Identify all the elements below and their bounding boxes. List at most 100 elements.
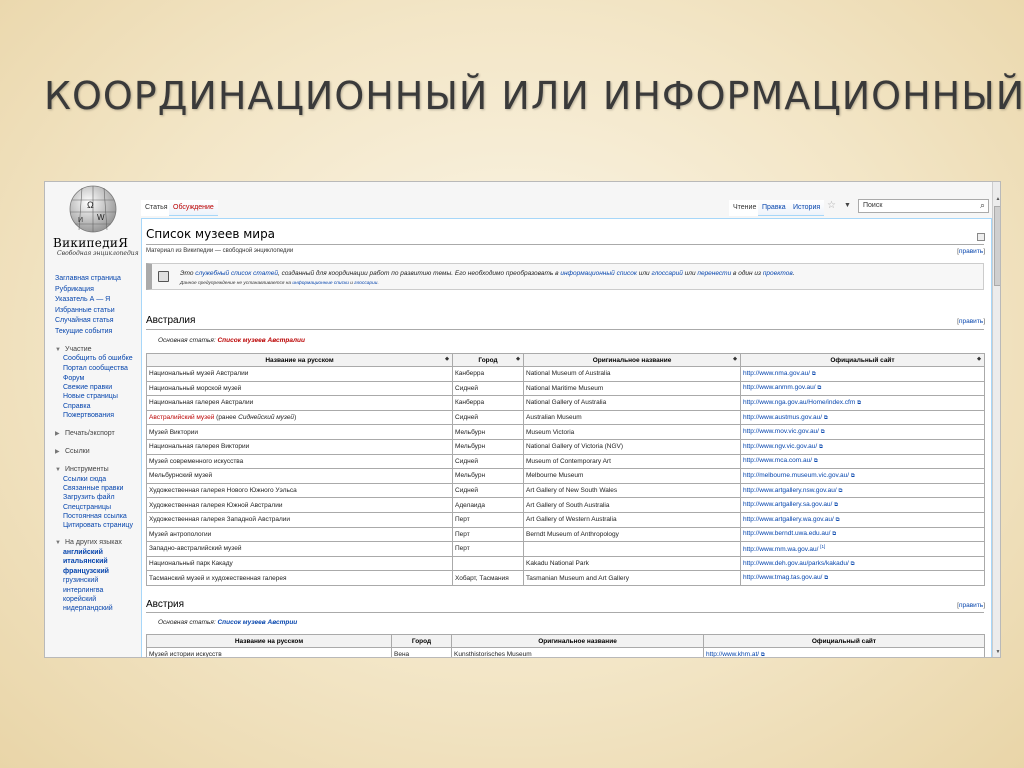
site-link[interactable]: http://www.mca.com.au/ <box>743 457 812 464</box>
sidebar-section-links[interactable]: ▶ Ссылки <box>55 447 141 457</box>
tab-read[interactable]: Чтение <box>729 200 761 216</box>
museum-name-link[interactable]: Художественная галерея Западной Австрали… <box>146 511 453 528</box>
wikipedia-globe-icon[interactable]: Ω W И <box>63 182 123 234</box>
sort-icon[interactable]: ◆ <box>733 356 737 362</box>
sidebar-section-tools[interactable]: ▼ Инструменты <box>55 465 141 475</box>
column-header-site[interactable]: Официальный сайт <box>703 634 985 648</box>
museum-name-link[interactable]: Художественная галерея Нового Южного Уэл… <box>146 482 453 499</box>
city-link[interactable]: Хобарт, Тасмания <box>452 570 524 586</box>
sidebar-item-featured[interactable]: Избранные статьи <box>55 306 141 317</box>
museum-name-link[interactable]: Национальная галерея Виктории <box>146 438 453 455</box>
museum-name-link[interactable]: Музей современного искусства <box>146 453 453 470</box>
notice-link-move[interactable]: перенести <box>697 270 731 277</box>
site-link[interactable]: http://www.nga.gov.au/Home/index.cfm <box>743 399 855 406</box>
tab-talk[interactable]: Обсуждение <box>169 200 218 216</box>
column-header-name[interactable]: Название на русском ◆ <box>146 353 453 367</box>
scroll-down-icon[interactable]: ▼ <box>994 649 1000 657</box>
sidebar-item-forum[interactable]: Форум <box>63 374 141 383</box>
column-header-city[interactable]: Город ◆ <box>452 353 524 367</box>
main-article-link-austria[interactable]: Список музеев Австрии <box>217 619 297 626</box>
column-header-original[interactable]: Оригинальное название <box>451 634 704 648</box>
museum-name-link[interactable]: Художественная галерея Южной Австралии <box>146 497 453 513</box>
site-link[interactable]: http://www.artgallery.wa.gov.au/ <box>743 516 834 523</box>
notice-link-projects[interactable]: проектов <box>763 270 793 277</box>
column-header-original[interactable]: Оригинальное название ◆ <box>523 353 741 367</box>
sidebar-item-related-changes[interactable]: Связанные правки <box>63 484 141 493</box>
scrollbar-thumb[interactable] <box>994 206 1000 286</box>
sidebar-lang-georgian[interactable]: грузинский <box>63 576 141 585</box>
notice-link-info-list[interactable]: информационный список <box>560 270 637 277</box>
sidebar-lang-italian[interactable]: итальянский <box>63 557 141 566</box>
column-header-site[interactable]: Официальный сайт ◆ <box>740 353 985 367</box>
notice-link-service-list[interactable]: служебный список статей <box>195 270 278 277</box>
sidebar-section-print[interactable]: ▶ Печать/экспорт <box>55 429 141 439</box>
sidebar-section-participation[interactable]: ▼ Участие <box>55 345 141 355</box>
sidebar-item-recent-changes[interactable]: Свежие правки <box>63 383 141 392</box>
site-link[interactable]: http://www.anmm.gov.au/ <box>743 384 816 391</box>
sidebar-item-upload-file[interactable]: Загрузить файл <box>63 493 141 502</box>
sort-icon[interactable]: ◆ <box>516 356 520 362</box>
museum-name-link[interactable]: Музей истории искусств <box>146 647 392 657</box>
sidebar-item-special-pages[interactable]: Спецстраницы <box>63 503 141 512</box>
more-actions-caret-icon[interactable]: ▼ <box>844 202 851 209</box>
main-article-link-australia[interactable]: Список музеев Австралии <box>217 337 305 344</box>
search-icon[interactable]: ⌕ <box>980 200 985 211</box>
site-link[interactable]: http://melbourne.museum.vic.gov.au/ <box>743 472 849 479</box>
site-link[interactable]: http://www.khm.at/ <box>706 651 759 657</box>
sidebar-item-index[interactable]: Указатель А — Я <box>55 295 141 306</box>
tab-edit[interactable]: Правка <box>758 200 790 216</box>
site-link[interactable]: http://www.berndt.uwa.edu.au/ <box>743 530 830 537</box>
sidebar-section-languages[interactable]: ▼ На других языках <box>55 538 141 548</box>
notice-sublink-info-lists[interactable]: информационные списки <box>292 281 349 286</box>
museum-name-link[interactable]: Тасманский музей и художественная галере… <box>146 570 453 586</box>
vertical-scrollbar[interactable]: ▲ ▼ <box>992 182 1000 657</box>
edit-section-austria[interactable]: [править] <box>957 602 985 609</box>
sidebar-lang-korean[interactable]: корейский <box>63 595 141 604</box>
notice-link-glossary[interactable]: глоссарий <box>651 270 682 277</box>
footnote-ref[interactable]: [1] <box>820 544 825 549</box>
city-link[interactable]: Аделаида <box>452 497 524 513</box>
city-link[interactable]: Канберра <box>452 366 524 382</box>
city-link[interactable]: Вена <box>391 647 452 657</box>
museum-name-link[interactable]: Музей антропологии <box>146 526 453 543</box>
site-link[interactable]: http://www.tmag.tas.gov.au/ <box>743 574 822 581</box>
column-header-city[interactable]: Город <box>391 634 452 648</box>
museum-name-link[interactable]: Национальный музей Австралии <box>146 366 453 382</box>
museum-name-link[interactable]: Национальный парк Какаду <box>146 555 453 572</box>
sidebar-item-current-events[interactable]: Текущие события <box>55 327 141 338</box>
sort-icon[interactable]: ◆ <box>445 356 449 362</box>
sidebar-lang-dutch[interactable]: нидерландский <box>63 604 141 613</box>
notice-sublink-glossaries[interactable]: глоссарии <box>354 281 377 286</box>
sidebar-item-community-portal[interactable]: Портал сообщества <box>63 364 141 373</box>
site-link[interactable]: http://www.nma.gov.au/ <box>743 370 810 377</box>
sidebar-lang-interlingua[interactable]: интерлингва <box>63 586 141 595</box>
site-link[interactable]: http://www.ngv.vic.gov.au/ <box>743 443 817 450</box>
tab-history[interactable]: История <box>789 200 825 216</box>
edit-page-link[interactable]: [править] <box>957 248 985 255</box>
watch-star-icon[interactable]: ☆ <box>827 200 836 211</box>
sidebar-item-report-error[interactable]: Сообщить об ошибке <box>63 355 141 363</box>
search-input[interactable]: Поиск ⌕ <box>858 199 989 213</box>
city-link[interactable]: Мельбурн <box>452 424 524 440</box>
site-link[interactable]: http://www.mov.vic.gov.au/ <box>743 428 819 435</box>
sidebar-item-help[interactable]: Справка <box>63 402 141 411</box>
sidebar-item-donate[interactable]: Пожертвования <box>63 411 141 420</box>
site-link[interactable]: http://www.artgallery.sa.gov.au/ <box>743 501 832 508</box>
city-link[interactable]: Перт <box>452 511 524 528</box>
site-link[interactable]: http://www.mm.wa.gov.au/ <box>743 547 818 554</box>
museum-name-link[interactable]: Национальный морской музей <box>146 380 453 397</box>
museum-name-link[interactable]: Австралийский музей <box>149 414 214 421</box>
sidebar-item-permanent-link[interactable]: Постоянная ссылка <box>63 512 141 521</box>
site-link[interactable]: http://www.deh.gov.au/parks/kakadu/ <box>743 560 849 567</box>
museum-name-link[interactable]: Музей Виктории <box>146 424 453 440</box>
site-link[interactable]: http://www.austmus.gov.au/ <box>743 414 822 421</box>
sidebar-item-random[interactable]: Случайная статья <box>55 316 141 327</box>
museum-name-link[interactable]: Западно-австралийский музей <box>146 541 453 557</box>
tab-article[interactable]: Статья <box>141 200 172 216</box>
museum-name-link[interactable]: Национальная галерея Австралии <box>146 395 453 411</box>
sidebar-item-main-page[interactable]: Заглавная страница <box>55 274 141 285</box>
city-link[interactable]: Сидней <box>452 380 524 397</box>
sidebar-item-new-pages[interactable]: Новые страницы <box>63 392 141 401</box>
column-header-name[interactable]: Название на русском <box>146 634 392 648</box>
sidebar-lang-french[interactable]: французский <box>63 567 141 576</box>
